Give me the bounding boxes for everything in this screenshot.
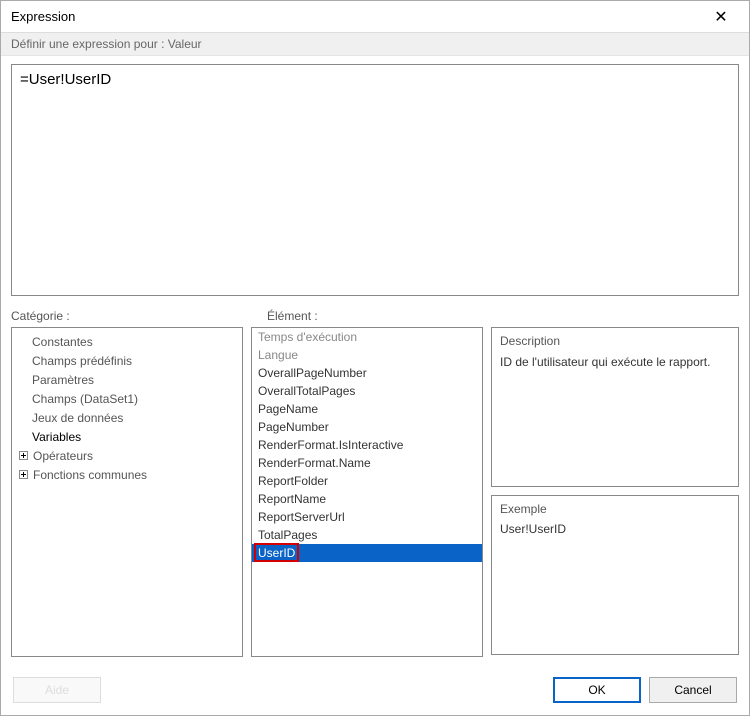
column-labels: Catégorie : Élément : xyxy=(1,309,749,323)
element-item[interactable]: PageName xyxy=(252,400,482,418)
example-panel: Exemple User!UserID xyxy=(491,495,739,655)
cancel-button[interactable]: Cancel xyxy=(649,677,737,703)
element-item[interactable]: RenderFormat.Name xyxy=(252,454,482,472)
expression-editor[interactable] xyxy=(11,64,739,296)
category-item[interactable]: Variables xyxy=(18,427,236,446)
description-text: ID de l'utilisateur qui exécute le rappo… xyxy=(500,354,730,371)
close-icon[interactable]: ✕ xyxy=(701,3,741,31)
category-item-label: Opérateurs xyxy=(33,449,93,463)
element-item[interactable]: ReportFolder xyxy=(252,472,482,490)
plus-icon[interactable] xyxy=(18,469,29,480)
element-item[interactable]: RenderFormat.IsInteractive xyxy=(252,436,482,454)
example-text: User!UserID xyxy=(500,522,730,536)
element-item-label: UserID xyxy=(258,546,295,560)
category-item[interactable]: Champs prédéfinis xyxy=(18,351,236,370)
plus-icon[interactable] xyxy=(18,450,29,461)
ok-button[interactable]: OK xyxy=(553,677,641,703)
element-item[interactable]: PageNumber xyxy=(252,418,482,436)
category-item-label: Champs (DataSet1) xyxy=(32,392,138,406)
dialog-footer: Aide OK Cancel xyxy=(1,669,749,715)
category-item-label: Paramètres xyxy=(32,373,94,387)
element-item[interactable]: Temps d'exécution xyxy=(252,328,482,346)
category-item-label: Constantes xyxy=(32,335,93,349)
element-item[interactable]: TotalPages xyxy=(252,526,482,544)
element-item[interactable]: OverallTotalPages xyxy=(252,382,482,400)
element-list[interactable]: Temps d'exécutionLangueOverallPageNumber… xyxy=(251,327,483,657)
category-item[interactable]: Jeux de données xyxy=(18,408,236,427)
category-item[interactable]: Fonctions communes xyxy=(18,465,236,484)
element-item[interactable]: UserID xyxy=(252,544,482,562)
element-item[interactable]: ReportServerUrl xyxy=(252,508,482,526)
category-label: Catégorie : xyxy=(11,309,259,323)
example-heading: Exemple xyxy=(500,502,730,516)
category-item[interactable]: Paramètres xyxy=(18,370,236,389)
category-item-label: Fonctions communes xyxy=(33,468,147,482)
description-heading: Description xyxy=(500,334,730,348)
category-item[interactable]: Champs (DataSet1) xyxy=(18,389,236,408)
titlebar: Expression ✕ xyxy=(1,1,749,33)
element-item[interactable]: OverallPageNumber xyxy=(252,364,482,382)
subheader: Définir une expression pour : Valeur xyxy=(1,33,749,56)
element-item[interactable]: ReportName xyxy=(252,490,482,508)
category-item-label: Champs prédéfinis xyxy=(32,354,132,368)
description-panel: Description ID de l'utilisateur qui exéc… xyxy=(491,327,739,487)
main-columns: Constantes Champs prédéfinis Paramètres Cha… xyxy=(1,323,749,669)
help-button[interactable]: Aide xyxy=(13,677,101,703)
category-tree[interactable]: Constantes Champs prédéfinis Paramètres Cha… xyxy=(11,327,243,657)
editor-wrap xyxy=(1,56,749,309)
expression-dialog: Expression ✕ Définir une expression pour… xyxy=(0,0,750,716)
category-item[interactable]: Opérateurs xyxy=(18,446,236,465)
right-panels: Description ID de l'utilisateur qui exéc… xyxy=(491,327,739,659)
element-label: Élément : xyxy=(267,309,318,323)
window-title: Expression xyxy=(11,9,701,24)
category-item-label: Variables xyxy=(32,430,81,444)
category-item-label: Jeux de données xyxy=(32,411,123,425)
category-item[interactable]: Constantes xyxy=(18,332,236,351)
element-item[interactable]: Langue xyxy=(252,346,482,364)
